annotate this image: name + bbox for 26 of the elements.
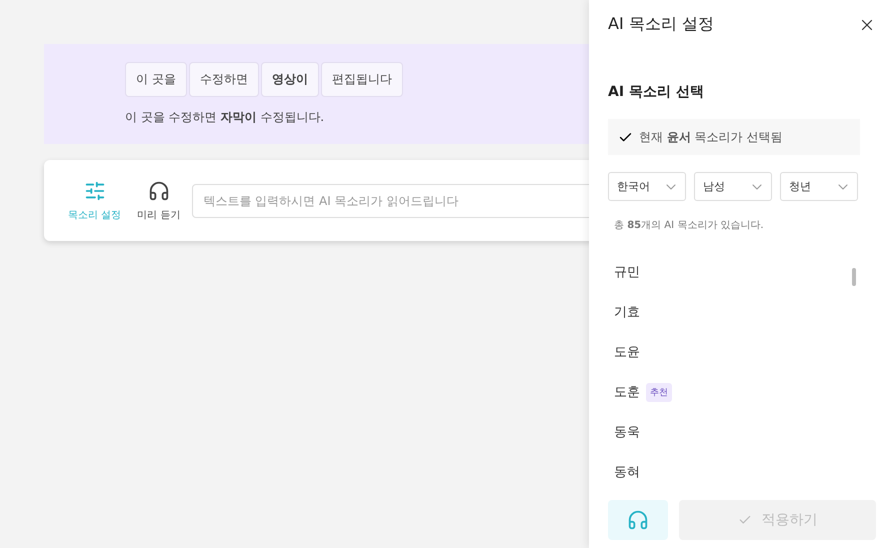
voice-item[interactable]: 기효 bbox=[614, 303, 640, 321]
voice-item[interactable]: 규민 bbox=[614, 263, 640, 281]
headphones-icon bbox=[148, 180, 170, 202]
voice-item[interactable]: 동혀 bbox=[614, 463, 640, 481]
headphones-icon bbox=[627, 509, 649, 531]
word-chip[interactable]: 이 곳을 bbox=[125, 62, 187, 97]
voice-item[interactable]: 도훈 bbox=[614, 383, 640, 401]
word-chip[interactable]: 영상이 bbox=[260, 62, 319, 97]
panel-title: AI 목소리 설정 bbox=[608, 14, 714, 35]
recommended-badge: 추천 bbox=[646, 382, 672, 402]
voice-item[interactable]: 도윤 bbox=[614, 343, 640, 361]
word-chip[interactable]: 편집됩니다 bbox=[320, 62, 403, 97]
section-title: AI 목소리 선택 bbox=[608, 83, 705, 101]
word-chip[interactable]: 수정하면 bbox=[188, 62, 259, 97]
listen-button[interactable] bbox=[608, 500, 668, 540]
filter-dropdown[interactable]: 청년 bbox=[780, 172, 858, 201]
filter-dropdown[interactable]: 남성 bbox=[694, 172, 772, 201]
sliders-icon bbox=[84, 180, 106, 202]
voice-count-text: 총 85개의 AI 목소리가 있습니다. bbox=[614, 219, 765, 232]
filter-dropdown[interactable]: 한국어 bbox=[608, 172, 686, 201]
current-voice-text: 현재 윤서 목소리가 선택됨 bbox=[639, 128, 782, 146]
voice-item[interactable]: 동욱 bbox=[614, 423, 640, 441]
text-input-field[interactable]: 텍스트를 입력하시면 AI 목소리가 읽어드립니다 bbox=[192, 184, 589, 218]
subtitle-text: 이 곳을 수정하면 자막이 수정됩니다. bbox=[125, 109, 326, 126]
tool-button[interactable]: 미리 듣기 bbox=[133, 180, 184, 222]
scrollbar[interactable] bbox=[852, 268, 856, 286]
